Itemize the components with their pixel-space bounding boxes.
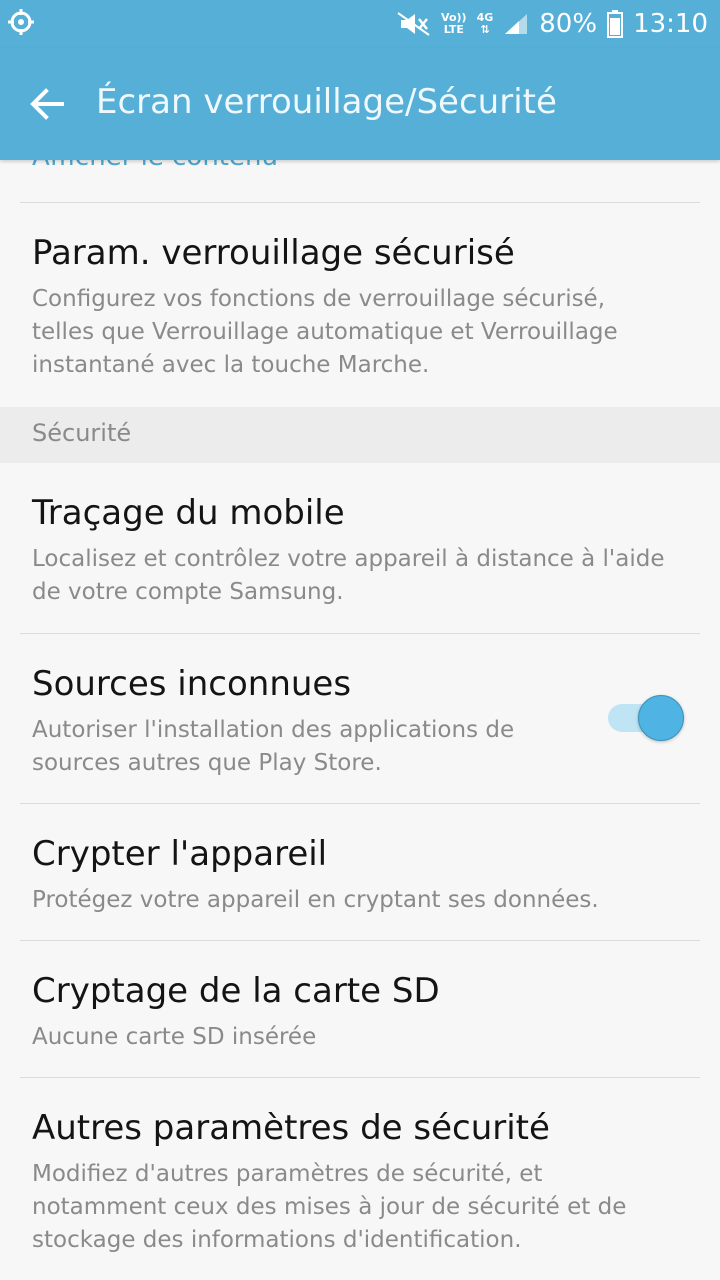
- volte-indicator: Vo)) LTE: [441, 12, 467, 36]
- setting-find-my-mobile[interactable]: Traçage du mobile Localisez et contrôlez…: [0, 463, 720, 633]
- status-bar: Vo)) LTE 4G ⇅ 80% 13:10: [0, 0, 720, 48]
- section-header-security: Sécurité: [0, 407, 720, 463]
- locator-icon: [8, 9, 34, 35]
- setting-description: Autoriser l'installation des application…: [32, 717, 515, 776]
- mute-icon: [397, 12, 430, 36]
- battery-level: 80%: [539, 9, 598, 39]
- setting-title: Cryptage de la carte SD: [32, 971, 440, 1011]
- data-arrows-icon: ⇅: [480, 23, 490, 36]
- clock: 13:10: [633, 9, 708, 39]
- setting-title: Param. verrouillage sécurisé: [32, 233, 515, 273]
- unknown-sources-toggle[interactable]: [606, 694, 686, 742]
- setting-secure-lock[interactable]: Param. verrouillage sécurisé Configurez …: [0, 203, 720, 407]
- setting-description: Protégez votre appareil en cryptant ses …: [32, 887, 599, 913]
- partial-setting-show-content[interactable]: Afficher le contenu: [32, 160, 278, 172]
- page-title: Écran verrouillage/Sécurité: [96, 82, 557, 122]
- setting-description: Localisez et contrôlez votre appareil à …: [32, 546, 665, 605]
- battery-icon: [607, 10, 624, 38]
- setting-description: Modifiez d'autres paramètres de sécurité…: [32, 1161, 627, 1253]
- setting-title: Autres paramètres de sécurité: [32, 1108, 550, 1148]
- setting-description: Configurez vos fonctions de verrouillage…: [32, 286, 618, 378]
- setting-title: Crypter l'appareil: [32, 834, 328, 874]
- network-type: 4G ⇅: [477, 12, 494, 36]
- setting-description: Aucune carte SD insérée: [32, 1024, 317, 1050]
- setting-title: Traçage du mobile: [32, 493, 345, 533]
- setting-sd-card-encryption[interactable]: Cryptage de la carte SD Aucune carte SD …: [0, 941, 720, 1077]
- setting-unknown-sources[interactable]: Sources inconnues Autoriser l'installati…: [0, 634, 720, 804]
- arrow-left-icon[interactable]: [22, 78, 74, 130]
- settings-list: Afficher le contenu Param. verrouillage …: [0, 160, 720, 1280]
- toggle-knob: [638, 695, 684, 741]
- volte-bottom-label: LTE: [443, 23, 464, 36]
- setting-encrypt-device[interactable]: Crypter l'appareil Protégez votre appare…: [0, 804, 720, 940]
- signal-icon: [505, 14, 528, 34]
- setting-title: Sources inconnues: [32, 664, 352, 704]
- setting-other-security[interactable]: Autres paramètres de sécurité Modifiez d…: [0, 1078, 720, 1278]
- app-bar: Écran verrouillage/Sécurité: [0, 48, 720, 160]
- section-title: Sécurité: [32, 419, 132, 447]
